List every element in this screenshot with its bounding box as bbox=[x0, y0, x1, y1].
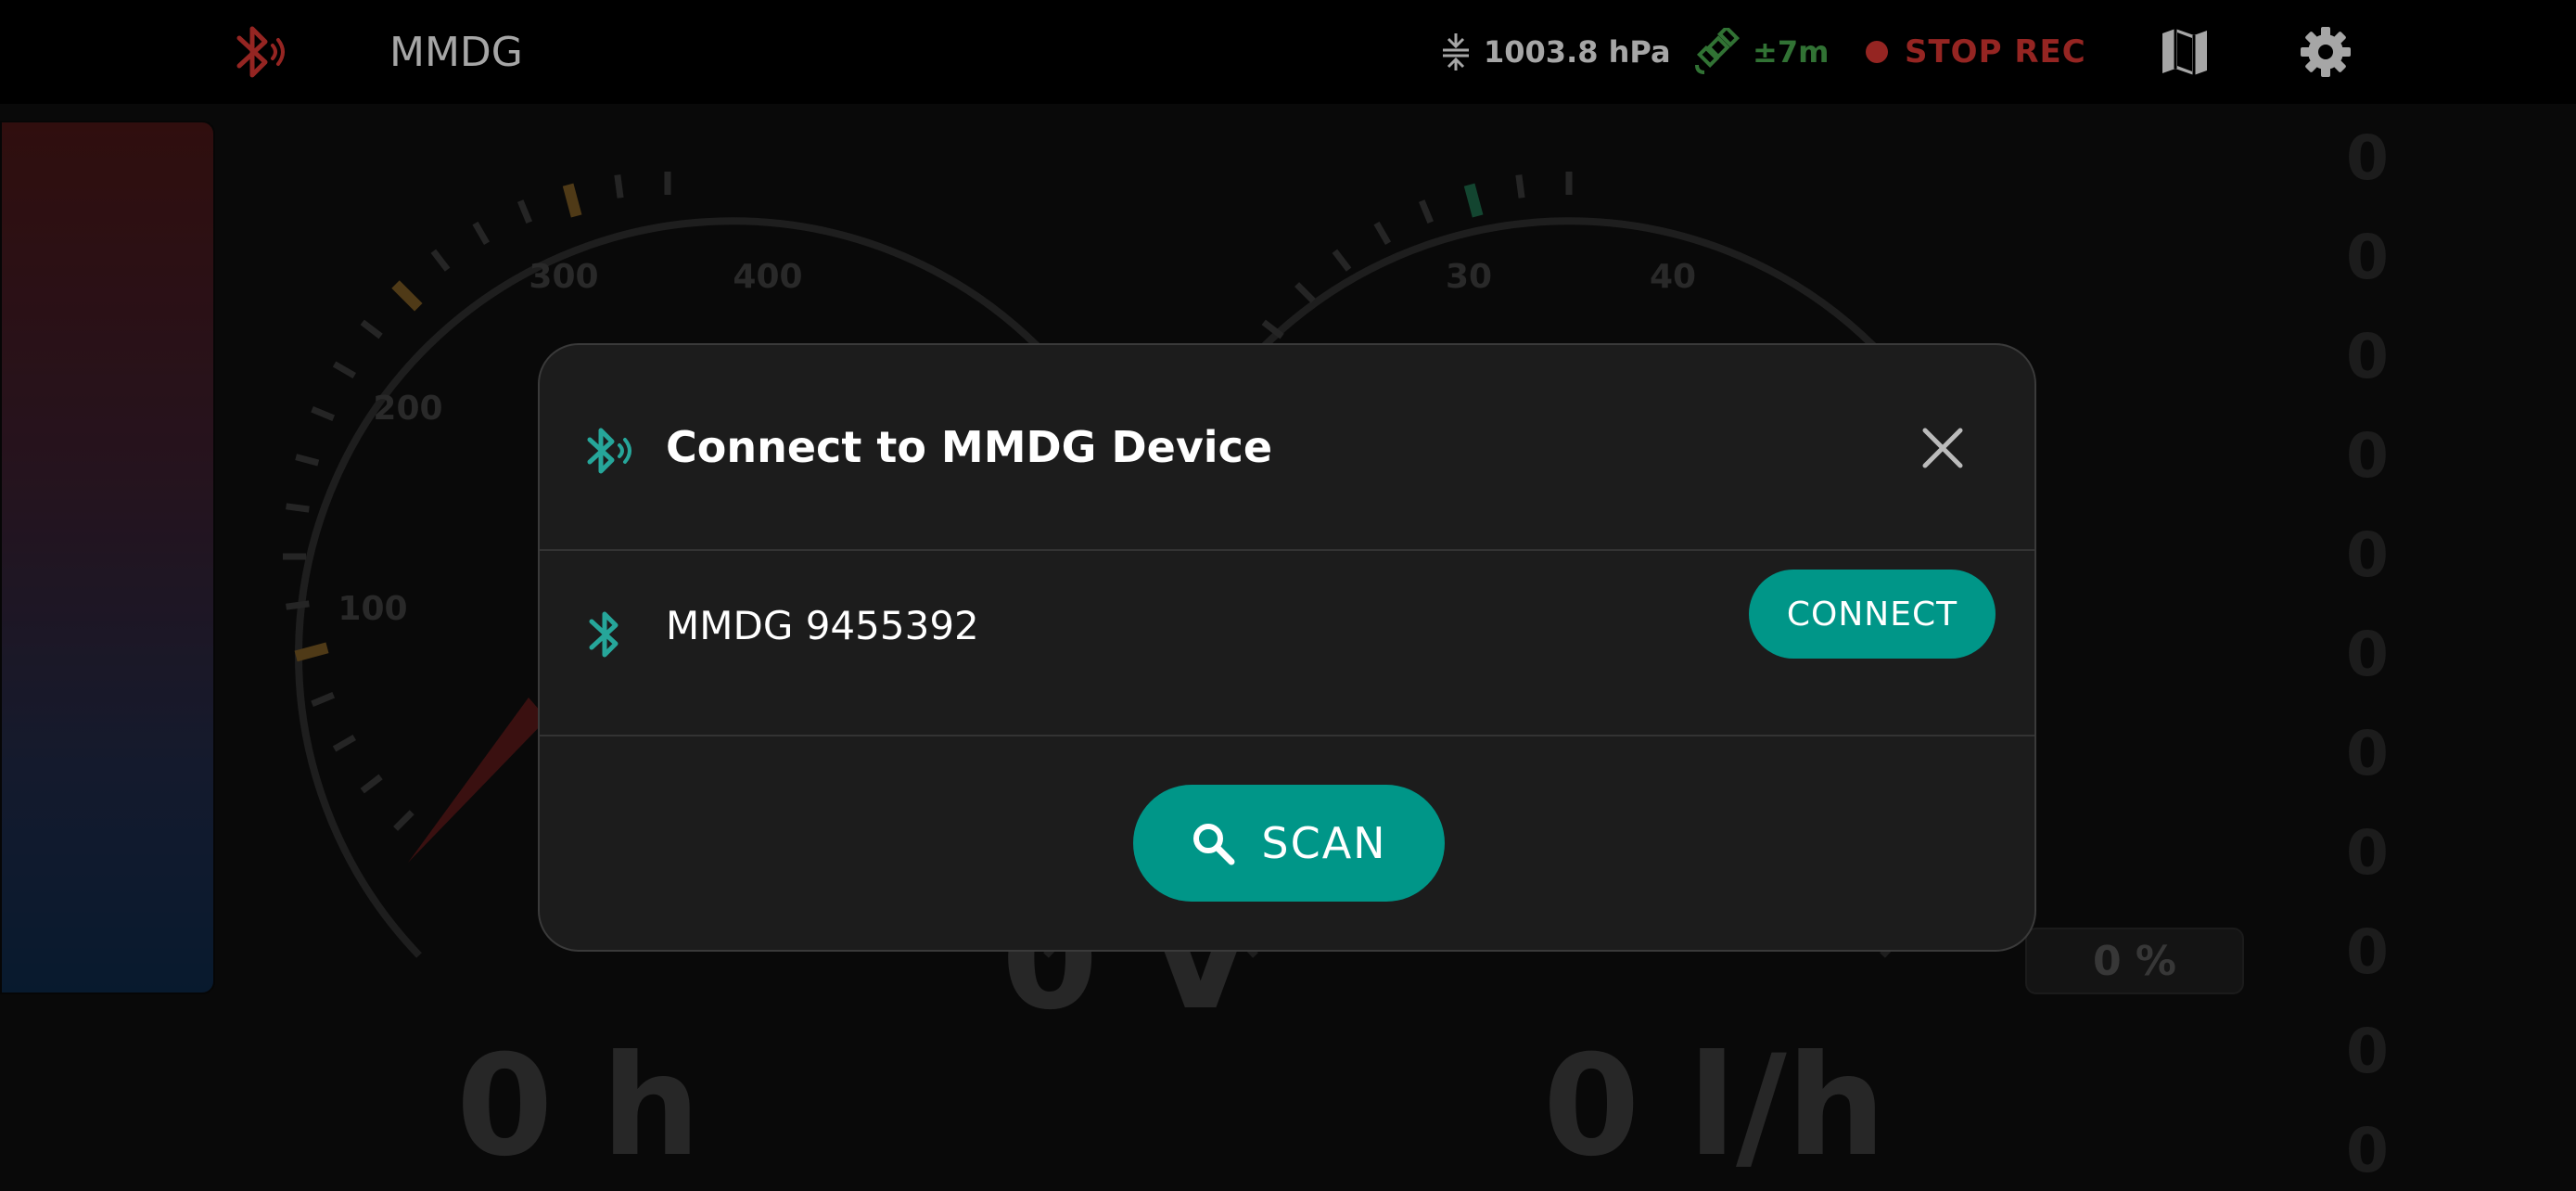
connect-button[interactable]: CONNECT bbox=[1749, 570, 1996, 659]
dialog-header: Connect to MMDG Device bbox=[540, 345, 2034, 549]
search-icon bbox=[1193, 824, 1235, 865]
device-list-item[interactable]: MMDG 9455392 CONNECT bbox=[540, 551, 2034, 736]
device-name: MMDG 9455392 bbox=[666, 602, 979, 648]
bluetooth-icon bbox=[586, 608, 623, 664]
connect-dialog: Connect to MMDG Device MMDG 9455392 CONN… bbox=[538, 343, 2036, 952]
bluetooth-searching-icon bbox=[584, 425, 636, 484]
close-icon bbox=[1922, 428, 1963, 468]
close-button[interactable] bbox=[1919, 425, 1966, 471]
scan-label: SCAN bbox=[1261, 818, 1387, 868]
dialog-title: Connect to MMDG Device bbox=[666, 422, 1273, 472]
divider bbox=[540, 735, 2034, 736]
scan-button[interactable]: SCAN bbox=[1133, 785, 1445, 902]
